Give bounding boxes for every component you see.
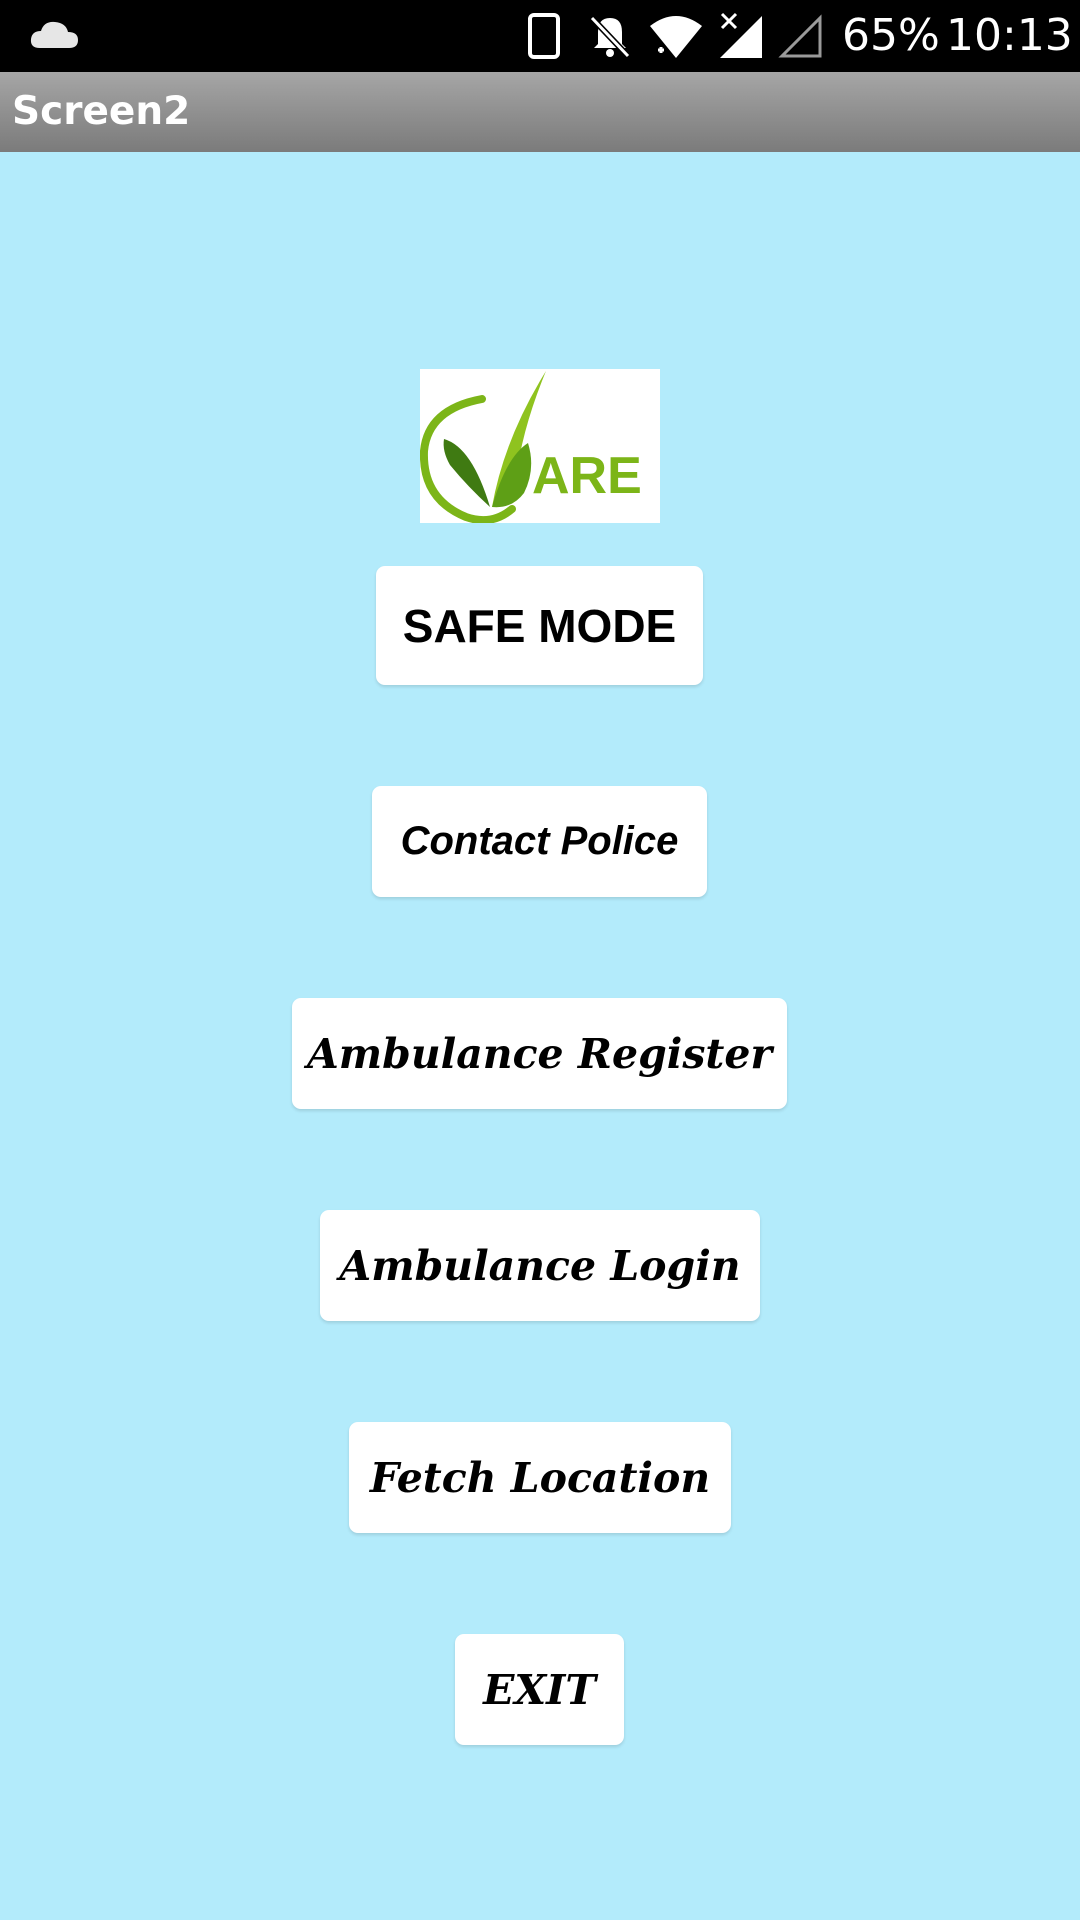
wifi-icon [648,12,704,60]
page-title: Screen2 [12,89,191,134]
fetch-location-button[interactable]: Fetch Location [349,1422,731,1533]
exit-button[interactable]: EXIT [455,1634,624,1745]
logo-text: ARE [532,447,642,505]
status-bar: 65% 10:13 [0,0,1080,72]
title-bar: Screen2 [0,72,1080,152]
phone-icon [526,12,562,60]
clock: 10:13 [946,10,1073,61]
signal-no-data-icon [718,12,766,60]
signal-empty-icon [778,12,826,60]
app-logo: ARE [420,369,660,523]
ambulance-register-button[interactable]: Ambulance Register [292,998,787,1109]
contact-police-button[interactable]: Contact Police [372,786,707,897]
safe-mode-button[interactable]: SAFE MODE [376,566,703,685]
ambulance-login-button[interactable]: Ambulance Login [320,1210,760,1321]
battery-level: 65% [842,10,940,61]
bell-off-icon [586,12,634,60]
cloud-icon [28,18,80,52]
